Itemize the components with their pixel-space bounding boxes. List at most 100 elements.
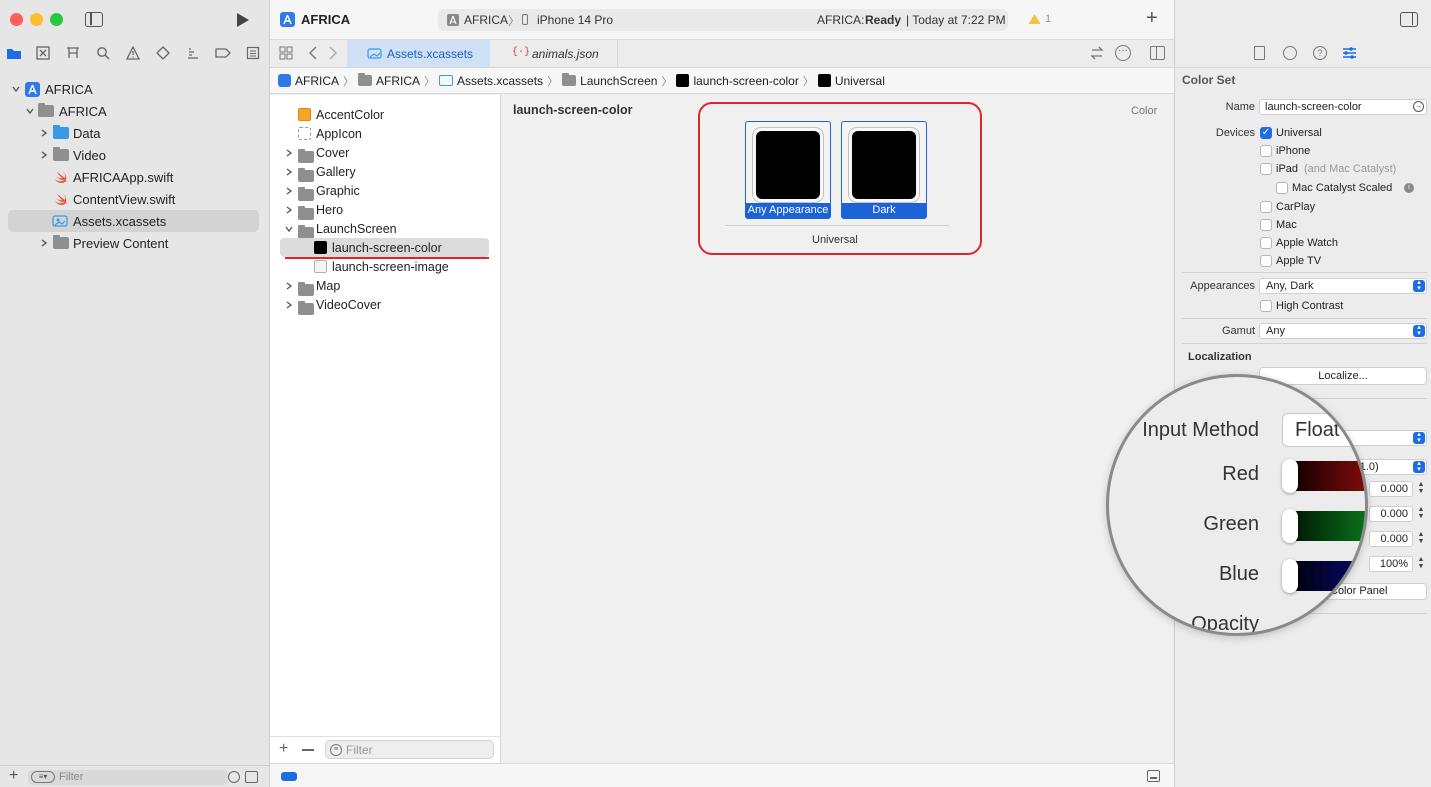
mac-checkbox[interactable]	[1260, 219, 1272, 231]
warning-count[interactable]: 1	[1045, 13, 1051, 25]
find-navigator-icon[interactable]	[94, 44, 112, 62]
attributes-inspector-icon[interactable]	[1342, 46, 1357, 60]
destination-selector[interactable]: iPhone 14 Pro	[537, 13, 613, 27]
add-asset-icon[interactable]: +	[279, 740, 288, 758]
run-button[interactable]	[236, 12, 250, 28]
scm-filter-icon[interactable]	[245, 771, 258, 783]
debug-navigator-icon[interactable]	[184, 44, 202, 62]
breadcrumb-launchscreen[interactable]: LaunchScreen	[562, 73, 657, 88]
apple-tv-checkbox[interactable]	[1260, 255, 1272, 267]
minimize-window-button[interactable]	[30, 13, 43, 26]
asset-item-launchscreen[interactable]: LaunchScreen	[280, 219, 489, 239]
tree-item-africaapp-swift[interactable]: AFRICAApp.swift	[8, 166, 259, 188]
tree-group-row[interactable]: AFRICA	[8, 100, 259, 122]
disclosure-closed-icon[interactable]	[284, 205, 294, 215]
disclosure-closed-icon[interactable]	[39, 238, 49, 248]
carplay-checkbox[interactable]	[1260, 201, 1272, 213]
disclosure-closed-icon[interactable]	[284, 186, 294, 196]
asset-filter-field[interactable]: ≡ Filter	[325, 740, 494, 759]
iphone-checkbox[interactable]	[1260, 145, 1272, 157]
related-items-grid-icon[interactable]	[279, 46, 293, 60]
report-navigator-icon[interactable]	[244, 44, 262, 62]
disclosure-closed-icon[interactable]	[284, 167, 294, 177]
debug-area-toggle-icon[interactable]	[1147, 770, 1160, 782]
tree-item-video[interactable]: Video	[8, 144, 259, 166]
gamut-popup[interactable]: Any ▴ ▾	[1259, 323, 1427, 339]
asset-item-appicon[interactable]: AppIcon	[280, 124, 489, 143]
folder-navigator-icon[interactable]	[5, 44, 23, 62]
tree-item-data[interactable]: Data	[8, 122, 259, 144]
opacity-value-field[interactable]: 100%	[1369, 556, 1413, 572]
remove-asset-icon[interactable]	[302, 749, 314, 751]
asset-item-graphic[interactable]: Graphic	[280, 181, 489, 201]
breadcrumb-assets[interactable]: Assets.xcassets	[439, 74, 543, 88]
disclosure-closed-icon[interactable]	[284, 300, 294, 310]
breadcrumb-project[interactable]: AFRICA	[278, 74, 339, 88]
filter-options-icon[interactable]: ≡▾	[31, 771, 55, 783]
apple-watch-checkbox[interactable]	[1260, 237, 1272, 249]
ipad-checkbox[interactable]	[1260, 163, 1272, 175]
breakpoint-navigator-icon[interactable]	[214, 44, 232, 62]
asset-item-cover[interactable]: Cover	[280, 143, 489, 163]
library-add-icon[interactable]: +	[1146, 7, 1158, 30]
back-arrow-icon[interactable]	[308, 46, 318, 60]
blue-value-field[interactable]: 0.000	[1369, 531, 1413, 547]
add-icon[interactable]: +	[9, 767, 18, 785]
high-contrast-checkbox[interactable]	[1260, 300, 1272, 312]
inspector-toggle-icon[interactable]	[1400, 12, 1418, 27]
mac-catalyst-scaled-checkbox[interactable]	[1276, 182, 1288, 194]
disclosure-open-icon[interactable]	[11, 84, 21, 94]
green-stepper[interactable]: ▲ ▼	[1416, 506, 1426, 522]
symbol-navigator-icon[interactable]	[64, 44, 82, 62]
recent-files-icon[interactable]	[228, 771, 240, 783]
more-options-icon[interactable]: ···	[1115, 45, 1131, 61]
navigator-filter-field[interactable]: ≡▾ Filter	[28, 770, 228, 785]
forward-arrow-icon[interactable]	[328, 46, 338, 60]
disclosure-closed-icon[interactable]	[39, 150, 49, 160]
asset-item-gallery[interactable]: Gallery	[280, 162, 489, 182]
info-icon[interactable]: i	[1404, 183, 1414, 193]
test-navigator-icon[interactable]	[154, 44, 172, 62]
tab-animals-json[interactable]: {·} animals.json	[492, 40, 618, 67]
warning-icon[interactable]	[1028, 13, 1041, 25]
tree-project-row[interactable]: AFRICA	[8, 78, 259, 100]
tab-assets-xcassets[interactable]: Assets.xcassets	[347, 40, 490, 67]
help-inspector-icon[interactable]: ?	[1313, 46, 1327, 60]
breadcrumb-group[interactable]: AFRICA	[358, 73, 420, 88]
disclosure-closed-icon[interactable]	[39, 128, 49, 138]
breadcrumb-universal[interactable]: Universal	[817, 74, 885, 88]
asset-item-videocover[interactable]: VideoCover	[280, 295, 489, 315]
disclosure-open-icon[interactable]	[284, 224, 294, 234]
source-control-navigator-icon[interactable]	[34, 44, 52, 62]
filter-indicator-icon[interactable]	[281, 772, 297, 781]
history-inspector-icon[interactable]	[1283, 46, 1297, 60]
green-value-field[interactable]: 0.000	[1369, 506, 1413, 522]
close-window-button[interactable]	[10, 13, 23, 26]
sidebar-toggle-icon[interactable]	[85, 12, 103, 27]
breadcrumb-color[interactable]: launch-screen-color	[676, 74, 799, 88]
asset-item-map[interactable]: Map	[280, 276, 489, 296]
name-field[interactable]: launch-screen-color →	[1259, 99, 1427, 115]
swap-editor-icon[interactable]	[1090, 46, 1104, 60]
disclosure-open-icon[interactable]	[25, 106, 35, 116]
tree-item-preview-content[interactable]: Preview Content	[8, 232, 259, 254]
scheme-selector[interactable]: AFRICA	[464, 13, 508, 27]
asset-item-launch-screen-image[interactable]: launch-screen-image	[280, 257, 489, 276]
asset-item-hero[interactable]: Hero	[280, 200, 489, 220]
asset-item-launch-screen-color[interactable]: launch-screen-color	[280, 238, 489, 257]
add-editor-icon[interactable]	[1150, 46, 1165, 60]
universal-checkbox[interactable]: ✓	[1260, 127, 1272, 139]
tree-item-contentview-swift[interactable]: ContentView.swift	[8, 188, 259, 210]
go-arrow-icon[interactable]: →	[1413, 101, 1424, 112]
opacity-stepper[interactable]: ▲ ▼	[1416, 556, 1426, 572]
swatch-any-appearance[interactable]: Any Appearance	[745, 121, 831, 219]
file-inspector-icon[interactable]	[1254, 46, 1265, 60]
zoom-window-button[interactable]	[50, 13, 63, 26]
disclosure-closed-icon[interactable]	[284, 148, 294, 158]
tree-item-assets-xcassets[interactable]: Assets.xcassets	[8, 210, 259, 232]
asset-item-accentcolor[interactable]: AccentColor	[280, 105, 489, 124]
swatch-dark[interactable]: Dark	[841, 121, 927, 219]
appearances-popup[interactable]: Any, Dark ▴ ▾	[1259, 278, 1427, 294]
blue-stepper[interactable]: ▲ ▼	[1416, 531, 1426, 547]
disclosure-closed-icon[interactable]	[284, 281, 294, 291]
